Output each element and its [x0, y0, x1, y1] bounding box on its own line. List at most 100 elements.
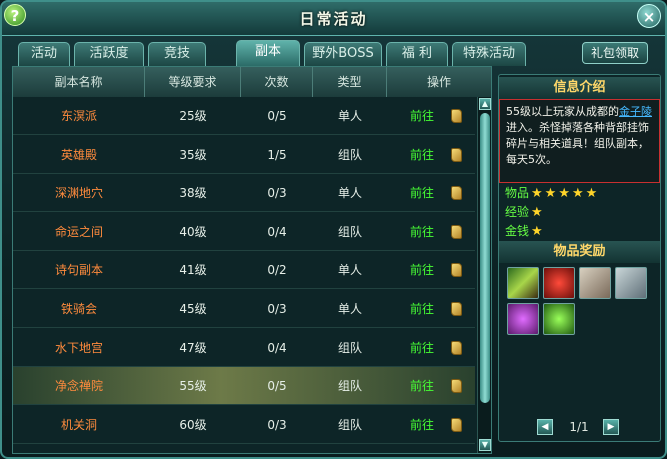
tab-field-boss[interactable]: 野外BOSS: [304, 42, 382, 66]
table-row[interactable]: 英雄殿 35级 1/5 组队 前往: [13, 136, 475, 174]
scroll-up-arrow-icon[interactable]: ▲: [479, 98, 491, 110]
cell-name: 东溟派: [60, 109, 97, 123]
cell-count: 0/2: [267, 263, 287, 278]
scroll-down-arrow-icon[interactable]: ▼: [479, 439, 491, 451]
star-icon: ★: [585, 186, 598, 201]
npc-link[interactable]: 金子陵: [619, 105, 652, 118]
table-row[interactable]: 铁骑会 45级 0/3 单人 前往: [13, 290, 475, 328]
scroll-icon[interactable]: [451, 340, 462, 355]
rating-label: 经验: [505, 205, 530, 219]
column-header: 副本名称: [13, 67, 145, 97]
gray-scroll-item[interactable]: [579, 267, 611, 299]
column-header: 等级要求: [145, 67, 241, 97]
page-indicator: 1/1: [569, 420, 589, 434]
star-icon: ★: [531, 224, 543, 239]
cell-name: 净念禅院: [54, 379, 103, 394]
cell-type: 单人: [337, 302, 362, 316]
cell-count: 0/3: [267, 302, 287, 316]
go-link[interactable]: 前往: [387, 213, 457, 251]
info-text-before: 55级以上玩家从成都的: [506, 105, 619, 118]
go-link[interactable]: 前往: [387, 367, 457, 405]
go-link[interactable]: 前往: [387, 290, 457, 328]
table-row[interactable]: 水下地宫 47级 0/4 组队 前往: [13, 329, 475, 367]
scroll-icon[interactable]: [451, 224, 462, 239]
scroll-icon[interactable]: [451, 379, 462, 394]
green-ingot-item[interactable]: [507, 267, 539, 299]
info-text-after: 进入。杀怪掉落各种背部挂饰碎片与相关道具！组队副本，每天5次。: [506, 121, 649, 166]
cell-level: 38级: [179, 186, 207, 201]
rating-label: 金钱: [505, 224, 530, 238]
cell-name: 诗句副本: [54, 263, 103, 278]
close-icon[interactable]: ×: [637, 4, 661, 28]
tab-dungeon[interactable]: 副本: [236, 40, 300, 66]
cell-type: 组队: [337, 379, 362, 394]
prev-page-arrow-icon[interactable]: ◀: [537, 419, 553, 435]
cell-count: 0/4: [267, 224, 287, 239]
cell-type: 组队: [337, 417, 362, 432]
tab-special[interactable]: 特殊活动: [452, 42, 526, 66]
go-link[interactable]: 前往: [387, 97, 457, 135]
purple-orb-item[interactable]: [507, 303, 539, 335]
table-row[interactable]: 净念禅院 55级 0/5 组队 前往: [13, 367, 475, 406]
scroll-icon[interactable]: [451, 186, 462, 201]
cell-count: 0/5: [267, 379, 287, 394]
table-row[interactable]: 诗句副本 41级 0/2 单人 前往: [13, 251, 475, 290]
next-page-arrow-icon[interactable]: ▶: [603, 419, 619, 435]
gift-claim-button[interactable]: 礼包领取: [582, 42, 648, 64]
tab-welfare[interactable]: 福 利: [386, 42, 448, 66]
star-icon: ★: [531, 205, 543, 220]
cell-level: 40级: [179, 224, 207, 239]
go-link[interactable]: 前往: [387, 174, 457, 212]
scroll-icon[interactable]: [451, 109, 462, 123]
cell-level: 60级: [179, 417, 207, 432]
cell-count: 0/3: [267, 186, 287, 201]
cell-level: 35级: [179, 147, 207, 162]
table-row[interactable]: 命运之间 40级 0/4 组队 前往: [13, 213, 475, 251]
column-header: 类型: [313, 67, 387, 97]
tab-activity[interactable]: 活动: [18, 42, 70, 66]
cell-level: 25级: [179, 109, 207, 123]
column-header: 次数: [241, 67, 313, 97]
rating-row: 金钱 ★: [505, 223, 543, 239]
cell-level: 45级: [179, 302, 207, 316]
green-gem-item[interactable]: [543, 303, 575, 335]
go-link[interactable]: 前往: [387, 251, 457, 289]
table-row[interactable]: 深渊地穴 38级 0/3 单人 前往: [13, 174, 475, 213]
cell-name: 深渊地穴: [54, 186, 103, 201]
daily-activities-window: ? 日常活动 × 活动 活跃度 竞技 副本 野外BOSS 福 利 特殊活动 礼包…: [0, 0, 667, 459]
cell-type: 组队: [337, 224, 362, 239]
cell-count: 0/4: [267, 340, 287, 355]
tab-arena[interactable]: 竞技: [148, 42, 206, 66]
cell-count: 0/3: [267, 417, 287, 432]
scroll-icon[interactable]: [451, 263, 462, 278]
cell-type: 单人: [337, 186, 362, 201]
silver-box-item[interactable]: [615, 267, 647, 299]
red-crystal-item[interactable]: [543, 267, 575, 299]
star-icon: ★: [544, 186, 557, 201]
scroll-icon[interactable]: [451, 302, 462, 316]
cell-count: 0/5: [267, 109, 287, 123]
go-link[interactable]: 前往: [387, 136, 457, 174]
table-row[interactable]: 机关洞 60级 0/3 组队 前往: [13, 406, 475, 444]
table-row[interactable]: 东溟派 25级 0/5 单人 前往: [13, 97, 475, 135]
cell-type: 组队: [337, 147, 362, 162]
cell-name: 铁骑会: [60, 302, 97, 316]
dungeon-table: 副本名称 等级要求 次数 类型 操作 东溟派 25级 0/5 单人 前往 英雄殿 35级 1/…: [12, 66, 492, 454]
cell-level: 41级: [179, 263, 207, 278]
star-icon: ★: [571, 186, 584, 201]
info-title: 信息介绍: [499, 77, 660, 99]
title-bar: ? 日常活动 ×: [2, 2, 665, 36]
go-link[interactable]: 前往: [387, 329, 457, 367]
rewards-title: 物品奖励: [499, 241, 660, 263]
cell-name: 英雄殿: [60, 147, 97, 162]
cell-name: 水下地宫: [54, 340, 103, 355]
scroll-icon[interactable]: [451, 147, 462, 162]
tab-activeness[interactable]: 活跃度: [74, 42, 144, 66]
scrollbar[interactable]: ▲ ▼: [477, 97, 491, 453]
rating-label: 物品: [505, 186, 530, 200]
scrollbar-thumb[interactable]: [480, 113, 490, 403]
window-title: 日常活动: [299, 10, 368, 28]
scroll-icon[interactable]: [451, 417, 462, 432]
go-link[interactable]: 前往: [387, 406, 457, 444]
cell-name: 机关洞: [60, 417, 97, 432]
